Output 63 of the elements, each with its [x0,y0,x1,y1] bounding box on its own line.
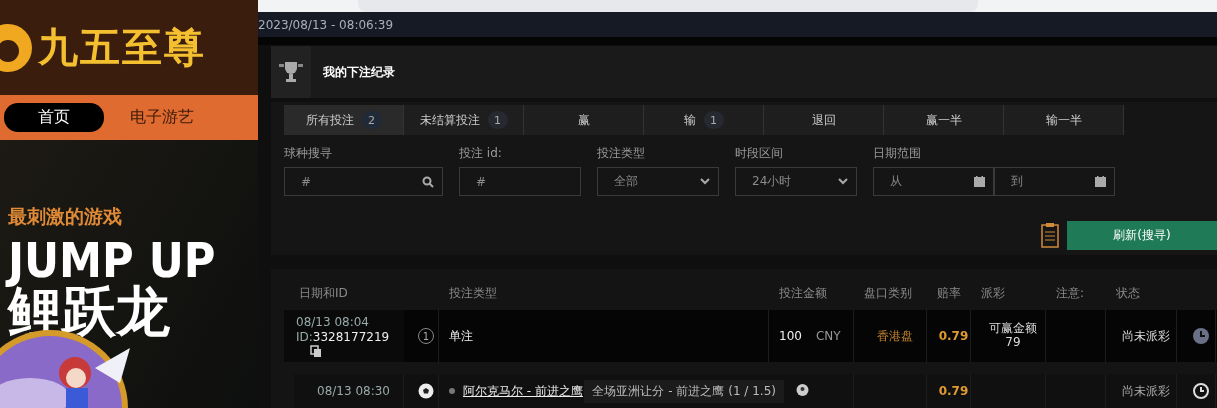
panel-title: 我的下注纪录 [323,63,395,81]
date-to-field[interactable]: 到 [994,167,1115,196]
calendar-icon [974,176,985,187]
filter-tab[interactable]: 输一半 [1004,105,1124,135]
column-header: 赔率 [936,285,962,302]
filter-label: 时段区间 [735,145,784,162]
leg-date: 08/13 08:30 [294,374,404,408]
column-header: 盘口类别 [863,285,913,302]
bet-status: 尚未派彩 [1106,310,1177,362]
count-badge: 1 [703,111,724,129]
search-field[interactable]: # [284,167,443,196]
bet-amount: 100 [779,329,802,343]
odds: 0.79 [927,310,971,362]
select-field[interactable]: 全部 [597,167,719,196]
copy-icon[interactable] [310,345,322,357]
date-from-field[interactable]: 从 [873,167,994,196]
clock-icon [1193,328,1209,344]
odds-format: 香港盘 [854,310,927,362]
column-header: 投注金额 [778,285,828,302]
input-field[interactable]: # [459,167,581,196]
filter-label: 投注 id: [459,145,503,162]
filter-tab[interactable]: 赢 [524,105,644,135]
payout: 可赢金额 79 [989,322,1037,350]
odds: 0.79 [927,374,971,408]
filter-tab[interactable]: 未结算投注 1 [404,105,524,135]
filter-label: 投注类型 [597,145,646,162]
bullet-icon [449,388,455,394]
currency: CNY [815,329,841,343]
person-icon [796,384,809,398]
filter-tab[interactable]: 输 1 [644,105,764,135]
nav-item[interactable]: 电子游艺 [130,103,194,132]
chevron-down-icon [700,178,710,185]
count-badge: 1 [487,111,508,129]
column-header: 投注类型 [448,285,498,302]
column-header: 状态 [1115,285,1141,302]
filter-label: 日期范围 [873,145,922,162]
column-header: 日期和ID [298,285,349,302]
bet-date: 08/13 08:04 [296,315,370,330]
count-badge: 2 [361,111,382,129]
timestamp: 2023/08/13 - 08:06:39 [258,17,394,32]
selection-label: 全场亚洲让分 - 前进之鹰 (1 / 1.5) [584,379,784,403]
filter-label: 球种搜寻 [284,145,333,162]
refresh-button[interactable]: 刷新(搜寻) [1067,220,1217,250]
filter-tab[interactable]: 退回 [764,105,884,135]
trophy-icon [278,60,304,84]
soccer-ball-icon [418,383,434,399]
bet-type: 单注 [439,310,769,362]
column-header: 注意: [1055,285,1086,302]
column-header: 派彩 [980,285,1006,302]
nav-item[interactable]: 首页 [4,103,104,132]
search-icon [422,175,434,188]
chevron-down-icon [838,178,848,185]
select-field[interactable]: 24小时 [735,167,857,196]
filter-tab[interactable]: 所有投注 2 [284,105,404,135]
clock-icon [1193,383,1209,399]
bet-id: ID:3328177219 [296,330,391,345]
event-link[interactable]: 阿尔克马尔 - 前进之鹰 [463,382,583,400]
site-logo: 九五至尊 [38,23,206,72]
calendar-icon [1095,176,1106,187]
banner-tagline: 最刺激的游戏 [8,204,123,229]
filter-tab[interactable]: 赢一半 [884,105,1004,135]
leg-status: 尚未派彩 [1106,374,1177,408]
clipboard-icon[interactable] [1041,222,1059,248]
